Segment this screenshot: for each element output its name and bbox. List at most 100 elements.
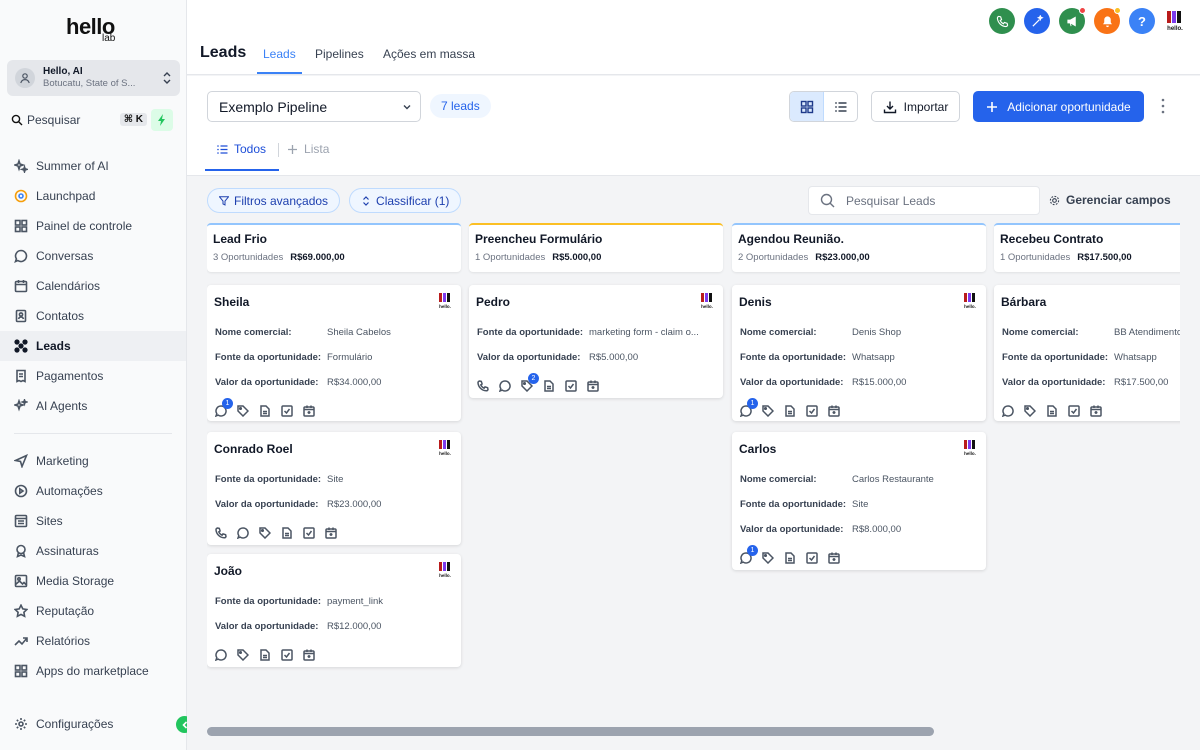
appointment-action[interactable] [828,404,842,418]
call-action[interactable] [215,526,229,540]
appointment-action[interactable] [1090,404,1104,418]
notifications-button[interactable] [1094,7,1121,34]
sidebar-item-marketplace[interactable]: Apps do marketplace [0,656,186,686]
sidebar-item-conversations[interactable]: Conversas [0,241,186,271]
field-label: Nome comercial: [1002,327,1079,338]
tab-bulk-actions[interactable]: Ações em massa [383,47,475,61]
ai-assistant-button[interactable] [1024,8,1050,34]
sort-button[interactable]: Classificar (1) [349,188,462,213]
sidebar-item-subscriptions[interactable]: Assinaturas [0,536,186,566]
sidebar-item-sites[interactable]: Sites [0,506,186,536]
task-action[interactable] [281,648,295,662]
sidebar-item-marketing[interactable]: Marketing [0,446,186,476]
opportunity-card[interactable]: Denis hello. Nome comercial: Denis Shop F… [732,285,986,421]
calendar-icon [14,280,28,293]
sidebar-item-launchpad[interactable]: Launchpad [0,181,186,211]
add-opportunity-button[interactable]: Adicionar oportunidade [973,91,1144,122]
appointment-action[interactable] [587,379,601,393]
sidebar-item-reputation[interactable]: Reputação [0,596,186,626]
appointment-action[interactable] [828,551,842,565]
card-contact-name: Denis [739,295,772,309]
task-action[interactable] [303,526,317,540]
grid-icon [14,219,28,233]
sidebar-item-contacts[interactable]: Contatos [0,301,186,331]
brand-avatar-icon[interactable]: hello. [1164,10,1186,32]
task-action[interactable] [1068,404,1082,418]
conversation-action[interactable]: 1 [214,398,233,418]
note-action[interactable] [784,404,798,418]
main-content: Exemplo Pipeline 7 leads Importar Adicio… [187,76,1200,750]
document-icon [282,527,292,539]
call-action[interactable] [477,379,491,393]
field-value: Site [327,474,344,485]
tag-action[interactable] [237,648,251,662]
tab-pipelines[interactable]: Pipelines [315,47,364,61]
conversation-action[interactable] [236,526,251,540]
opportunity-card[interactable]: Bárbara Nome comercial: BB Atendimentos F… [994,285,1180,421]
tab-all[interactable]: Todos [217,142,266,166]
conversation-action[interactable] [1001,404,1016,418]
hello-lab-logo[interactable]: hello lab [66,14,128,46]
tag-action[interactable] [762,404,776,418]
note-action[interactable] [1046,404,1060,418]
sidebar-item-automations[interactable]: Automações [0,476,186,506]
list-view-button[interactable] [824,92,857,121]
appointment-action[interactable] [303,648,317,662]
conversation-action[interactable]: 1 [739,545,758,565]
tag-action[interactable] [1024,404,1038,418]
note-action[interactable] [259,648,273,662]
tag-action[interactable] [762,551,776,565]
note-action[interactable] [281,526,295,540]
advanced-filters-button[interactable]: Filtros avançados [207,188,341,213]
conversation-action[interactable] [498,379,513,393]
task-action[interactable] [565,379,579,393]
tab-add-list[interactable]: Lista [287,142,329,166]
pipeline-select[interactable]: Exemplo Pipeline [207,91,421,122]
more-vertical-icon[interactable] [1159,96,1167,116]
appointment-action[interactable] [325,526,339,540]
sidebar-item-dashboard[interactable]: Painel de controle [0,211,186,241]
note-action[interactable] [543,379,557,393]
opportunity-card[interactable]: João hello. Fonte da oportunidade: paymen… [207,554,461,667]
tag-action[interactable]: 2 [521,373,539,393]
sidebar-item-ai-agents[interactable]: AI Agents [0,391,186,421]
account-name: Hello, AI [43,66,83,77]
opportunity-card[interactable]: Pedro hello. Fonte da oportunidade: marke… [469,285,723,398]
sidebar-item-leads[interactable]: Leads [0,331,186,361]
tag-action[interactable] [259,526,273,540]
opportunity-card[interactable]: Conrado Roel hello. Fonte da oportunidad… [207,432,461,545]
ai-sparkle-icon [14,399,28,412]
task-action[interactable] [806,551,820,565]
lead-search-input[interactable] [846,193,1036,208]
note-action[interactable] [784,551,798,565]
tab-leads[interactable]: Leads [263,47,296,61]
conversation-action[interactable]: 1 [739,398,758,418]
manage-fields-button[interactable]: Gerenciar campos [1049,193,1171,207]
apps-grid-icon [14,664,28,678]
quick-action-button[interactable] [151,108,173,131]
checkbox-icon [281,405,293,417]
sidebar-item-media-storage[interactable]: Media Storage [0,566,186,596]
funnel-network-icon [14,339,28,353]
task-action[interactable] [281,404,295,418]
phone-button[interactable] [989,8,1015,34]
conversation-action[interactable] [214,648,229,662]
note-action[interactable] [259,404,273,418]
appointment-action[interactable] [303,404,317,418]
task-action[interactable] [806,404,820,418]
sidebar-item-calendars[interactable]: Calendários [0,271,186,301]
tag-action[interactable] [237,404,251,418]
board-view-button[interactable] [790,92,824,121]
sidebar-item-payments[interactable]: Pagamentos [0,361,186,391]
account-switcher[interactable]: Hello, AI Botucatu, State of S... [7,60,180,96]
sidebar-item-settings[interactable]: Configurações [0,709,186,739]
sidebar-item-reports[interactable]: Relatórios [0,626,186,656]
help-button[interactable]: ? [1129,8,1155,34]
opportunity-card[interactable]: Sheila hello. Nome comercial: Sheila Cabe… [207,285,461,421]
announcements-button[interactable] [1059,7,1086,34]
sidebar-search[interactable]: Pesquisar ⌘ K [7,108,151,131]
opportunity-card[interactable]: Carlos hello. Nome comercial: Carlos Rest… [732,432,986,570]
horizontal-scrollbar[interactable] [207,727,934,736]
sidebar-item-summer-of-ai[interactable]: Summer of AI [0,151,186,181]
import-button[interactable]: Importar [871,91,960,122]
